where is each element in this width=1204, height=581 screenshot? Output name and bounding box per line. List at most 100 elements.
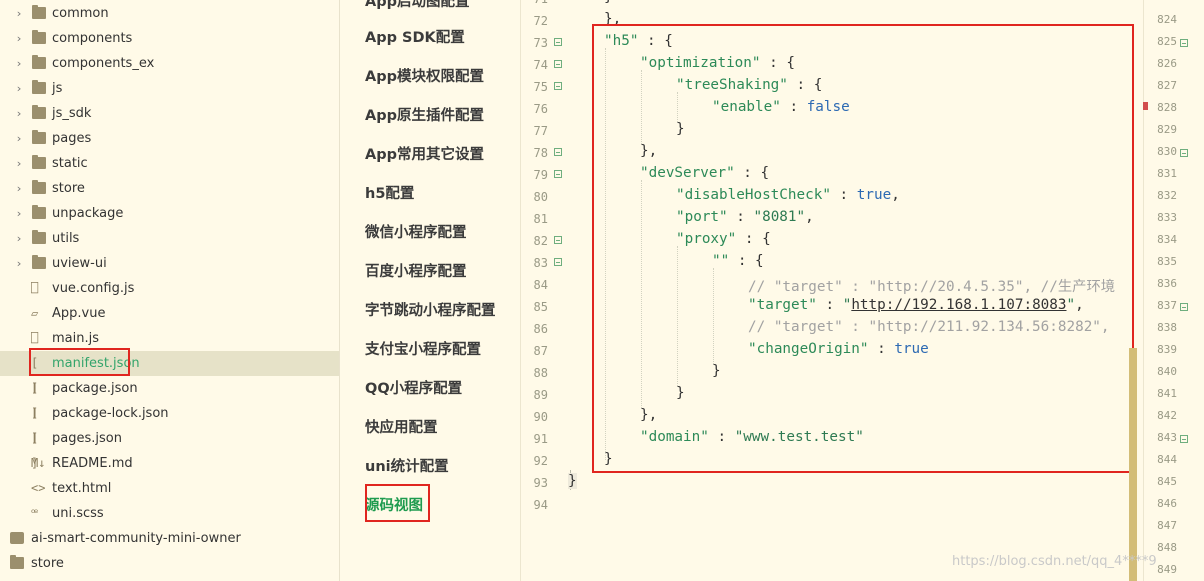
nav-item-3[interactable]: App原生插件配置 [365,104,484,125]
minimap-line-number: 835 [1157,255,1177,268]
file-tree: › common › components › components_ex › js › js_s… [0,0,340,581]
fold-toggle-icon[interactable] [1180,39,1188,47]
fold-toggle-icon[interactable] [554,170,562,178]
chevron-right-icon[interactable]: › [14,101,25,126]
nav-item-7[interactable]: 百度小程序配置 [365,260,467,281]
tree-item-js-sdk[interactable]: › js_sdk [0,101,339,126]
nav-item-12[interactable]: uni统计配置 [365,455,449,476]
tree-item-package-lock-json[interactable]: [ ] package-lock.json [0,401,339,445]
tree-item-label: js_sdk [52,106,92,121]
code-line-93: } [568,473,577,489]
chevron-right-icon[interactable]: › [14,126,25,151]
chevron-right-icon[interactable]: › [14,201,25,226]
minimap-line-number: 831 [1157,167,1177,180]
tree-item-app-vue[interactable]: ▱ App.vue [0,301,339,326]
tree-item-label: common [52,6,109,21]
tree-item-label: store [31,556,64,571]
line-number: 78 [533,146,548,160]
tree-item-label: pages.json [52,431,122,446]
nav-item-11[interactable]: 快应用配置 [365,416,438,437]
fold-toggle-icon[interactable] [1180,303,1188,311]
tree-item-ai-smart-community-mini-owner[interactable]: ai-smart-community-mini-owner [0,526,339,551]
tree-item-label: text.html [52,481,112,496]
nav-item-8[interactable]: 字节跳动小程序配置 [365,299,496,320]
tree-item-store[interactable]: store [0,551,339,576]
fold-toggle-icon[interactable] [554,82,562,90]
line-number: 87 [533,344,548,358]
tree-item-uview-ui[interactable]: › uview-ui [0,251,339,276]
tree-item-text-html[interactable]: <> text.html [0,476,339,501]
line-number: 83 [533,256,548,270]
chevron-right-icon[interactable]: › [14,251,25,276]
nav-item-5[interactable]: h5配置 [365,182,414,203]
minimap-line-number: 836 [1157,277,1177,290]
line-number: 72 [533,14,548,28]
line-number: 86 [533,322,548,336]
fold-toggle-icon[interactable] [1180,435,1188,443]
tree-item-label: App.vue [52,306,106,321]
tree-item-label: README.md [52,456,133,471]
tree-item-store[interactable]: › store [0,176,339,201]
tree-item-uni-scss[interactable]: ꟹ uni.scss [0,501,339,526]
nav-item-6[interactable]: 微信小程序配置 [365,221,467,242]
tree-item-readme-md[interactable]: M↓ README.md [0,451,339,476]
md-file-icon: M↓ [31,456,46,470]
fold-toggle-icon[interactable] [554,60,562,68]
tree-item-common[interactable]: › common [0,1,339,26]
nav-item-0[interactable]: App启动图配置 [365,0,469,11]
fold-toggle-icon[interactable] [1180,149,1188,157]
minimap-line-number: 843 [1157,431,1177,444]
tree-item-label: components [52,31,133,46]
minimap-line-number: 848 [1157,541,1177,554]
nav-item-4[interactable]: App常用其它设置 [365,143,484,164]
chevron-right-icon[interactable]: › [14,226,25,251]
chevron-right-icon[interactable]: › [14,26,25,51]
tree-item-label: static [52,156,88,171]
tree-item-components-ex[interactable]: › components_ex [0,51,339,76]
minimap-gutter[interactable]: 824 825 826 827 828 829 830 831 832 833 834 835 836 8… [1143,0,1204,581]
fold-toggle-icon[interactable] [554,236,562,244]
tree-item-label: uview-ui [52,256,107,271]
chevron-right-icon[interactable]: › [14,1,25,26]
tree-item-vue-config-js[interactable]: ⎕ vue.config.js [0,276,339,301]
chevron-right-icon[interactable]: › [14,151,25,176]
tree-item-label: vue.config.js [52,281,135,296]
nav-item-1[interactable]: App SDK配置 [365,26,465,47]
minimap-line-number: 845 [1157,475,1177,488]
tree-item-label: ai-smart-community-mini-owner [31,531,241,546]
tree-item-unpackage[interactable]: › unpackage [0,201,339,226]
fold-toggle-icon[interactable] [554,148,562,156]
line-number: 76 [533,102,548,116]
scss-file-icon: ꟹ [31,506,39,520]
folder-icon [32,255,46,269]
chevron-right-icon[interactable]: › [14,51,25,76]
line-number: 74 [533,58,548,72]
tree-item-label: package-lock.json [52,406,169,421]
nav-item-10[interactable]: QQ小程序配置 [365,377,462,398]
minimap-line-number: 830 [1157,145,1177,158]
fold-toggle-icon[interactable] [554,38,562,46]
vertical-scrollbar[interactable] [1129,348,1137,581]
minimap-line-number: 838 [1157,321,1177,334]
chevron-right-icon[interactable]: › [14,176,25,201]
code-line-71: } [604,0,613,5]
tree-item-static[interactable]: › static [0,151,339,176]
tree-item-pages[interactable]: › pages [0,126,339,151]
tree-item-components[interactable]: › components [0,26,339,51]
folder-icon [32,5,46,19]
fold-toggle-icon[interactable] [554,258,562,266]
tree-item-js[interactable]: › js [0,76,339,101]
minimap-line-number: 846 [1157,497,1177,510]
nav-item-2[interactable]: App模块权限配置 [365,65,484,86]
minimap-line-number: 827 [1157,79,1177,92]
line-number: 82 [533,234,548,248]
minimap-line-number: 847 [1157,519,1177,532]
folder-icon [32,30,46,44]
minimap-line-number: 844 [1157,453,1177,466]
tree-item-utils[interactable]: › utils [0,226,339,251]
chevron-right-icon[interactable]: › [14,76,25,101]
nav-item-9[interactable]: 支付宝小程序配置 [365,338,481,359]
tree-item-package-json[interactable]: [ ] package.json [0,376,339,420]
line-number: 84 [533,278,548,292]
tree-item-pages-json[interactable]: [ ] pages.json [0,426,339,470]
